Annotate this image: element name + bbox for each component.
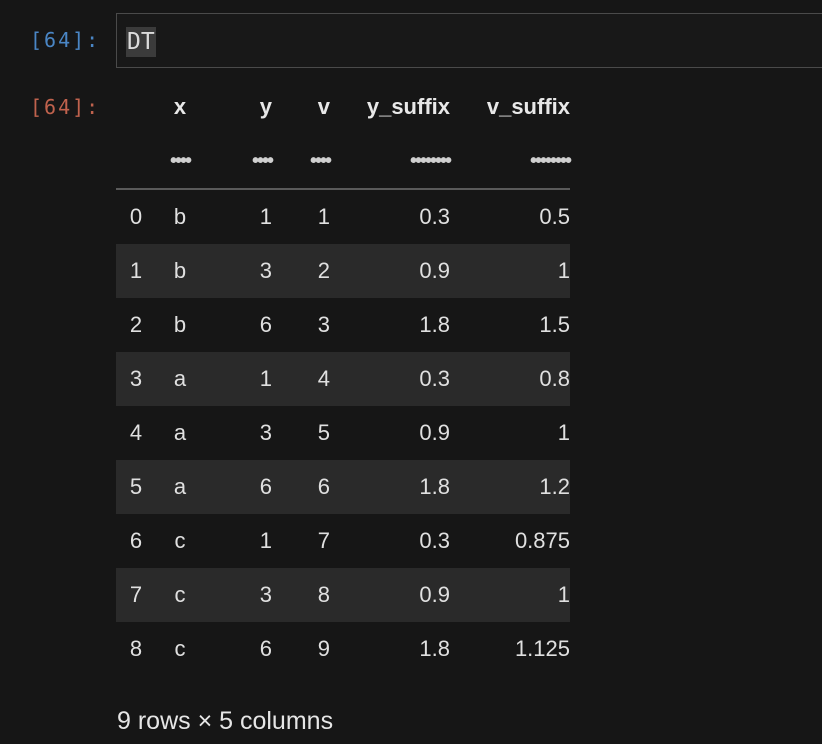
cell-v: 8 bbox=[317, 582, 330, 607]
column-type-v-suffix: •••••••• bbox=[450, 134, 572, 190]
column-header-y: y bbox=[259, 94, 272, 119]
table-row: 4 a 3 5 0.9 1 bbox=[116, 406, 570, 460]
row-index: 4 bbox=[129, 420, 143, 445]
cell-v: 4 bbox=[317, 366, 330, 391]
cell-v-suffix: 1.2 bbox=[539, 474, 570, 499]
column-header-x: x bbox=[173, 94, 187, 119]
cell-v-suffix: 0.875 bbox=[514, 528, 570, 553]
table-row: 1 b 3 2 0.9 1 bbox=[116, 244, 570, 298]
cell-v-suffix: 0.8 bbox=[539, 366, 570, 391]
column-header-y-suffix: y_suffix bbox=[366, 94, 450, 119]
cell-y-suffix: 0.3 bbox=[419, 528, 450, 553]
cell-y: 1 bbox=[259, 204, 272, 229]
row-index: 1 bbox=[129, 258, 143, 283]
cell-v-suffix: 1 bbox=[557, 420, 570, 445]
column-type-y-suffix: •••••••• bbox=[330, 134, 452, 190]
cell-y-suffix: 0.9 bbox=[419, 258, 450, 283]
cell-v: 1 bbox=[317, 204, 330, 229]
output-prompt: [64]: bbox=[30, 95, 101, 119]
cell-v: 7 bbox=[317, 528, 330, 553]
cell-x: b bbox=[173, 258, 187, 283]
row-index: 0 bbox=[129, 204, 143, 229]
cell-v: 2 bbox=[317, 258, 330, 283]
cell-x: c bbox=[174, 636, 186, 661]
row-index: 7 bbox=[129, 582, 143, 607]
cell-y-suffix: 1.8 bbox=[419, 636, 450, 661]
table-row: 7 c 3 8 0.9 1 bbox=[116, 568, 570, 622]
column-header-row: x y v y_suffix v_suffix bbox=[116, 80, 570, 134]
column-type-x: •••• bbox=[156, 134, 204, 190]
cell-y: 6 bbox=[259, 636, 272, 661]
cell-y-suffix: 1.8 bbox=[419, 312, 450, 337]
cell-v-suffix: 1.5 bbox=[539, 312, 570, 337]
table-row: 6 c 1 7 0.3 0.875 bbox=[116, 514, 570, 568]
cell-y-suffix: 1.8 bbox=[419, 474, 450, 499]
cell-y: 6 bbox=[259, 312, 272, 337]
row-index: 5 bbox=[129, 474, 143, 499]
cell-y-suffix: 0.3 bbox=[419, 366, 450, 391]
cell-y: 3 bbox=[259, 582, 272, 607]
table-row: 2 b 6 3 1.8 1.5 bbox=[116, 298, 570, 352]
cell-v-suffix: 1 bbox=[557, 582, 570, 607]
column-header-v: v bbox=[317, 94, 330, 119]
code-cell-input[interactable]: DT bbox=[116, 13, 822, 68]
input-prompt: [64]: bbox=[30, 28, 101, 52]
shape-caption: 9 rows × 5 columns bbox=[117, 707, 334, 735]
cell-x: c bbox=[174, 582, 186, 607]
cell-x: a bbox=[173, 474, 187, 499]
cell-y-suffix: 0.3 bbox=[419, 204, 450, 229]
cell-y-suffix: 0.9 bbox=[419, 420, 450, 445]
column-type-y: •••• bbox=[204, 134, 274, 190]
table-row: 8 c 6 9 1.8 1.125 bbox=[116, 622, 570, 676]
cell-x: a bbox=[173, 420, 187, 445]
table-row: 5 a 6 6 1.8 1.2 bbox=[116, 460, 570, 514]
cell-v-suffix: 1.125 bbox=[514, 636, 570, 661]
cell-v: 6 bbox=[317, 474, 330, 499]
row-index: 2 bbox=[129, 312, 143, 337]
row-index: 8 bbox=[129, 636, 143, 661]
column-type-row: •••• •••• •••• •••••••• •••••••• bbox=[116, 134, 572, 190]
row-index: 3 bbox=[129, 366, 143, 391]
cell-v-suffix: 0.5 bbox=[539, 204, 570, 229]
cell-y-suffix: 0.9 bbox=[419, 582, 450, 607]
cell-v: 3 bbox=[317, 312, 330, 337]
cell-x: c bbox=[174, 528, 186, 553]
cell-v: 5 bbox=[317, 420, 330, 445]
table-row: 3 a 1 4 0.3 0.8 bbox=[116, 352, 570, 406]
row-index: 6 bbox=[129, 528, 143, 553]
cell-y: 1 bbox=[259, 366, 272, 391]
dataframe-table: x y v y_suffix v_suffix •••• •••• •••• •… bbox=[116, 80, 572, 676]
cell-y: 3 bbox=[259, 258, 272, 283]
cell-x: b bbox=[173, 204, 187, 229]
column-type-v: •••• bbox=[272, 134, 332, 190]
table-row: 0 b 1 1 0.3 0.5 bbox=[116, 189, 570, 244]
cell-y: 6 bbox=[259, 474, 272, 499]
index-type bbox=[116, 134, 156, 190]
code-text[interactable]: DT bbox=[126, 27, 156, 57]
column-header-v-suffix: v_suffix bbox=[486, 94, 570, 119]
cell-y: 1 bbox=[259, 528, 272, 553]
cell-x: b bbox=[173, 312, 187, 337]
cell-x: a bbox=[173, 366, 187, 391]
cell-v: 9 bbox=[317, 636, 330, 661]
index-header bbox=[116, 80, 156, 134]
cell-y: 3 bbox=[259, 420, 272, 445]
cell-v-suffix: 1 bbox=[557, 258, 570, 283]
